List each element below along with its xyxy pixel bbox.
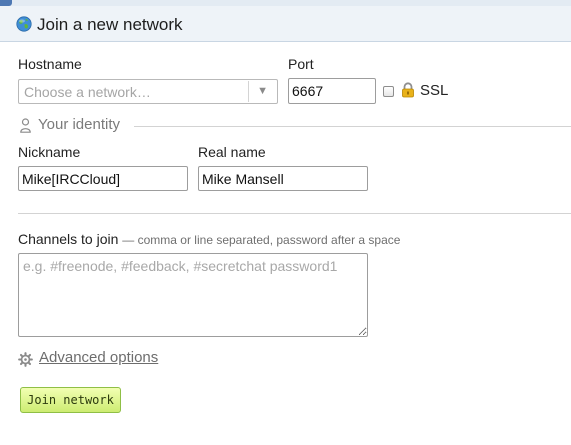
realname-label: Real name [198,144,266,160]
port-input[interactable] [288,78,376,104]
person-icon [20,118,31,133]
port-label: Port [288,56,314,72]
dialog-header: Join a new network [0,6,571,42]
section-rule [134,126,571,127]
identity-section-title: Your identity [38,116,121,133]
channels-label-row: Channels to join — comma or line separat… [18,231,400,247]
advanced-options-link[interactable]: Advanced options [39,349,158,366]
ssl-checkbox[interactable] [383,86,394,97]
channels-hint: — comma or line separated, password afte… [122,233,401,247]
select-divider [248,81,249,102]
chevron-down-icon[interactable]: ▼ [257,85,268,97]
gear-icon [18,352,33,367]
channels-label: Channels to join [18,231,119,247]
dialog-title: Join a new network [37,15,183,34]
globe-icon [16,16,32,32]
hostname-select[interactable]: Choose a network… ▼ [18,79,278,104]
ssl-label: SSL [420,82,449,99]
hostname-label: Hostname [18,56,82,72]
hostname-placeholder: Choose a network… [24,84,151,100]
channels-textarea[interactable] [18,253,368,337]
nickname-input[interactable] [18,166,188,191]
nickname-label: Nickname [18,144,81,160]
divider [18,213,571,214]
identity-section-header: Your identity [18,116,571,136]
join-network-button[interactable]: Join network [20,387,121,413]
realname-input[interactable] [198,166,368,191]
lock-icon [402,82,414,98]
